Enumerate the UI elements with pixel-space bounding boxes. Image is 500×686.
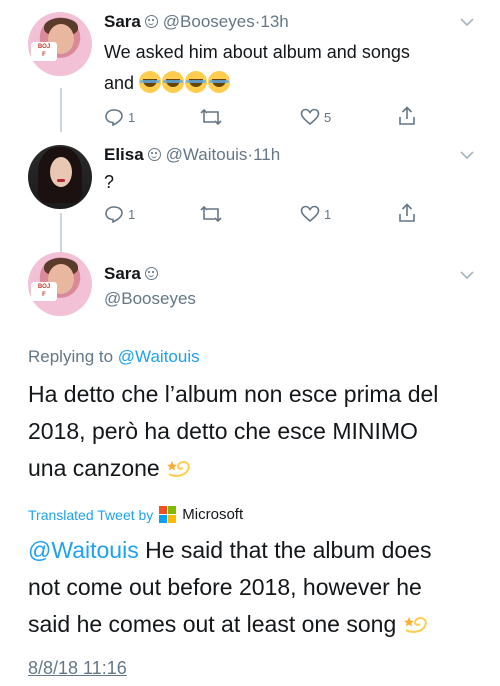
retweet-icon [200, 205, 222, 223]
chevron-down-icon[interactable] [460, 14, 474, 30]
like-count: 1 [324, 206, 332, 222]
retweet-button[interactable] [199, 205, 223, 223]
translation-line: @Waitouis He said that the album does [28, 532, 493, 569]
share-icon [399, 203, 415, 222]
heart-icon [300, 108, 320, 126]
retweet-button[interactable] [199, 108, 223, 126]
translated-by: Translated Tweet by Microsoft [28, 506, 243, 523]
crying-laughing-emoji-icon [162, 71, 185, 93]
author-name[interactable]: Sara [104, 12, 141, 31]
chevron-down-icon[interactable] [460, 267, 474, 283]
chevron-down-icon[interactable] [460, 147, 474, 163]
author-handle: @Booseyes [104, 289, 196, 308]
tweet-text-line: and [104, 69, 410, 97]
share-icon [399, 106, 415, 125]
crying-laughing-emoji-icon [208, 71, 231, 93]
main-text-words: una canzone [28, 455, 160, 481]
thread-line [60, 88, 62, 132]
avatar-sara[interactable]: BOJ F [28, 12, 92, 76]
tweet-text-word: and [104, 73, 135, 93]
translation-line: not come out before 2018, however he [28, 574, 422, 600]
replying-to: Replying to @Waitouis [28, 347, 200, 367]
tweet-header: Sara @Booseyes·13h [104, 12, 289, 32]
tweet-text-line: We asked him about album and songs [104, 42, 410, 62]
replying-to-link[interactable]: @Waitouis [118, 347, 200, 366]
translator-name: Microsoft [182, 506, 244, 523]
crying-laughing-emoji-icon [139, 71, 162, 93]
translation-line: said he comes out at least one song [28, 606, 493, 643]
author-handle[interactable]: @Waitouis [166, 145, 248, 164]
share-button[interactable] [398, 203, 416, 223]
reply-icon [105, 206, 123, 223]
like-count: 5 [324, 109, 332, 125]
translation-words: He said that the album does [138, 537, 432, 563]
author-name: Sara [104, 264, 141, 283]
dizzy-emoji-icon [167, 460, 190, 477]
avatar-elisa[interactable] [28, 145, 92, 209]
heart-icon [300, 205, 320, 223]
author-handle[interactable]: @Booseyes [163, 12, 255, 31]
tweet-header: Elisa @Waitouis·11h [104, 145, 280, 165]
reply-count: 1 [128, 206, 136, 222]
translation-words: said he comes out at least one song [28, 611, 397, 637]
main-text-line: 2018, però ha detto che esce MINIMO [28, 418, 418, 444]
reply-button[interactable]: 1 [104, 108, 135, 126]
emoji-face-icon [148, 148, 162, 161]
like-button[interactable]: 1 [300, 205, 331, 223]
tweet-text: ? [104, 172, 115, 192]
avatar-sara[interactable]: BOJ F [28, 252, 92, 316]
translation-text: @Waitouis He said that the album does no… [28, 532, 493, 643]
reply-count: 1 [128, 109, 136, 125]
microsoft-logo-icon [159, 506, 177, 523]
reply-button[interactable]: 1 [104, 205, 135, 223]
tweet-timestamp[interactable]: 8/8/18 11:16 [28, 658, 127, 679]
emoji-face-icon [145, 15, 159, 28]
thread-line [60, 213, 62, 253]
retweet-icon [200, 108, 222, 126]
main-tweet-text: Ha detto che l’album non esce prima del … [28, 376, 493, 487]
emoji-face-icon [145, 267, 159, 280]
like-button[interactable]: 5 [300, 108, 331, 126]
main-text-line: Ha detto che l’album non esce prima del [28, 381, 439, 407]
main-text-line: una canzone [28, 450, 493, 487]
tweet-time[interactable]: 13h [260, 12, 288, 31]
main-author[interactable]: Sara @Booseyes [104, 262, 196, 311]
tweet-time[interactable]: 11h [253, 145, 280, 164]
dizzy-emoji-icon [403, 616, 427, 633]
crying-laughing-emoji-icon [185, 71, 208, 93]
share-button[interactable] [398, 106, 416, 126]
tweet-text: We asked him about album and songs and [104, 38, 410, 97]
author-name[interactable]: Elisa [104, 145, 144, 164]
translation-mention[interactable]: @Waitouis [28, 537, 139, 563]
translated-label[interactable]: Translated Tweet by [28, 507, 153, 523]
replying-prefix: Replying to [28, 347, 114, 366]
reply-icon [105, 109, 123, 126]
